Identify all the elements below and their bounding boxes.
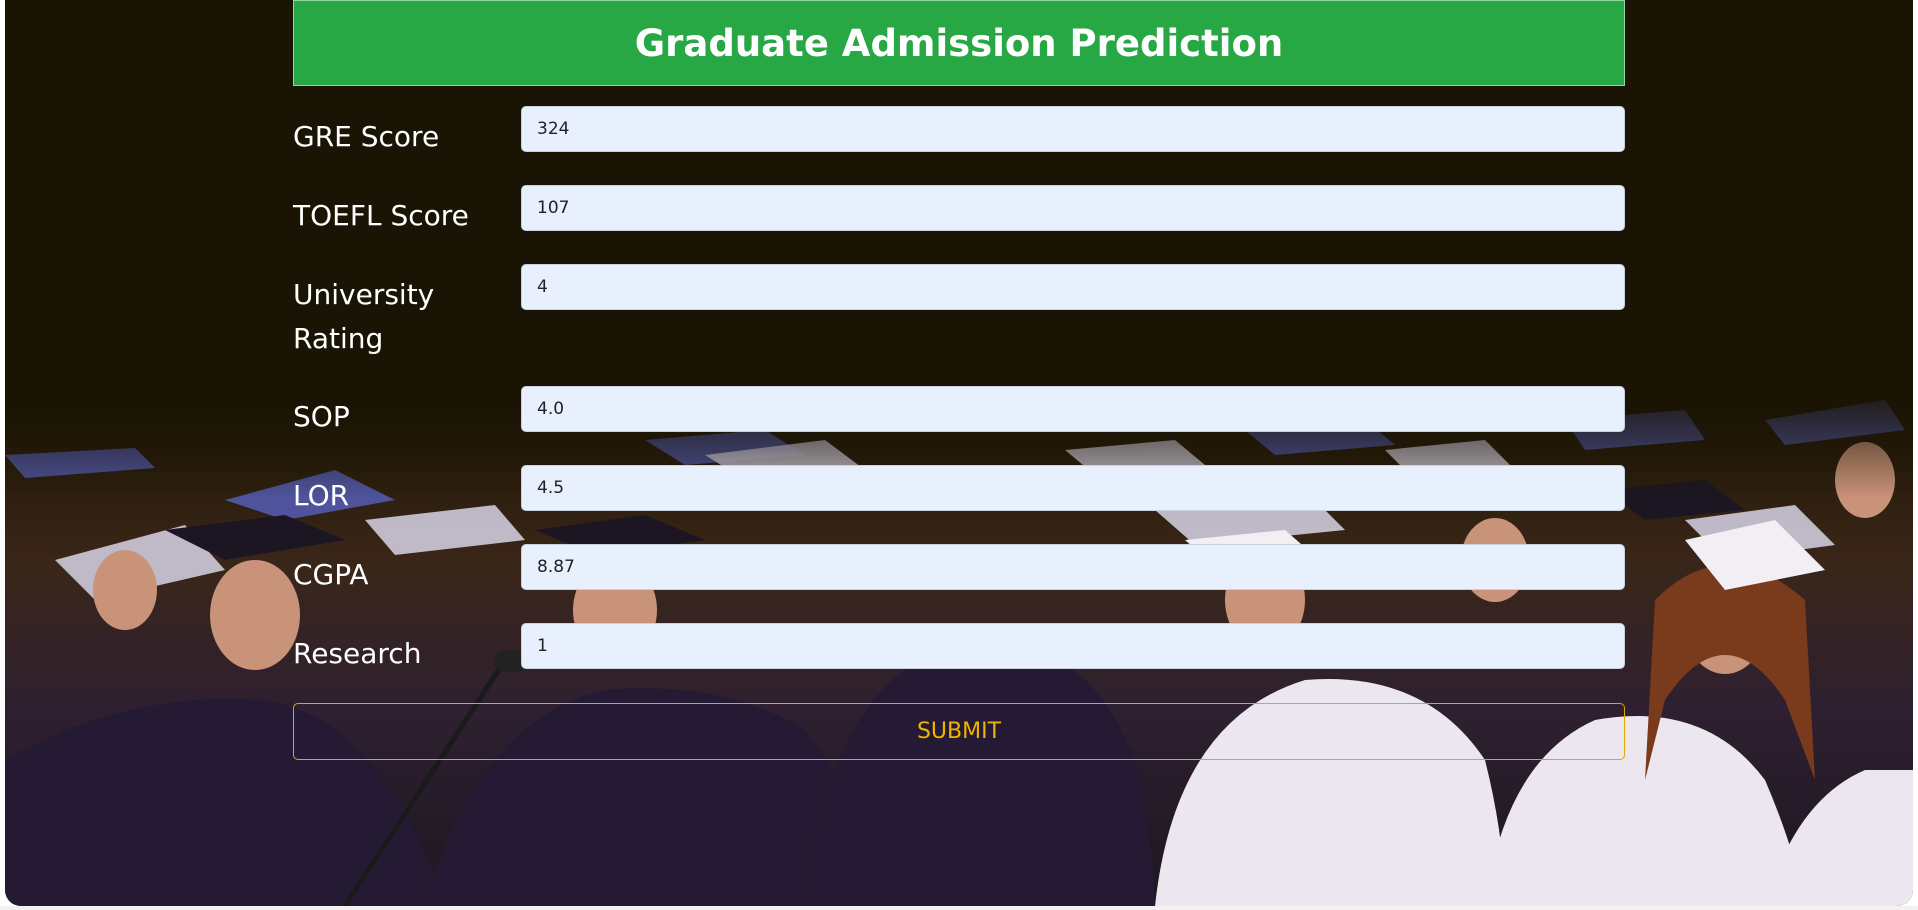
lor-input[interactable] (521, 465, 1625, 511)
toefl-score-label: TOEFL Score (293, 199, 469, 232)
sop-input[interactable] (521, 386, 1625, 432)
lor-label: LOR (293, 479, 350, 512)
university-rating-input[interactable] (521, 264, 1625, 310)
cgpa-input[interactable] (521, 544, 1625, 590)
gre-score-label: GRE Score (293, 120, 440, 153)
gre-score-input[interactable] (521, 106, 1625, 152)
cgpa-label: CGPA (293, 558, 369, 591)
header-banner: Graduate Admission Prediction (293, 0, 1625, 86)
university-rating-label: University Rating (293, 278, 435, 355)
sop-label: SOP (293, 400, 350, 433)
page-title: Graduate Admission Prediction (634, 21, 1284, 65)
research-input[interactable] (521, 623, 1625, 669)
research-label: Research (293, 637, 422, 670)
toefl-score-input[interactable] (521, 185, 1625, 231)
submit-button[interactable]: SUBMIT (293, 703, 1625, 760)
page-bottom-margin (0, 906, 1918, 910)
page-background: Graduate Admission Prediction GRE Score … (5, 0, 1913, 906)
